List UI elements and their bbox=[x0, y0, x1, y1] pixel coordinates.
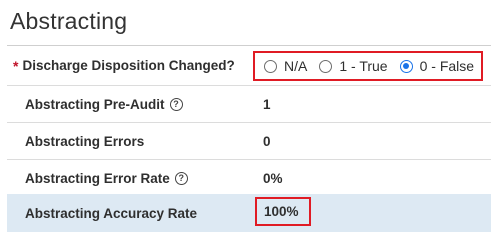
radio-false-label: 0 - False bbox=[419, 58, 475, 74]
pre-audit-value: 1 bbox=[263, 96, 271, 112]
accuracy-rate-label: Abstracting Accuracy Rate bbox=[25, 205, 198, 221]
help-circle-icon[interactable]: ? bbox=[174, 171, 188, 185]
errors-value: 0 bbox=[263, 133, 271, 149]
radio-option-false[interactable]: 0 - False bbox=[399, 58, 475, 74]
radio-false[interactable] bbox=[399, 59, 413, 73]
radio-option-true[interactable]: 1 - True bbox=[319, 58, 388, 74]
error-rate-row: Abstracting Error Rate ? 0% bbox=[7, 160, 491, 197]
help-circle-icon[interactable]: ? bbox=[169, 97, 183, 111]
disposition-label-text: Discharge Disposition Changed? bbox=[22, 58, 235, 73]
error-rate-label: Abstracting Error Rate ? bbox=[25, 160, 188, 196]
errors-label: Abstracting Errors bbox=[25, 133, 145, 149]
disposition-label: * Discharge Disposition Changed? bbox=[13, 46, 235, 85]
section-title: Abstracting bbox=[10, 8, 128, 34]
disposition-row: * Discharge Disposition Changed? N/A 1 -… bbox=[7, 46, 491, 86]
radio-na-label: N/A bbox=[284, 58, 308, 74]
accuracy-rate-value: 100% bbox=[255, 197, 311, 226]
pre-audit-label-text: Abstracting Pre-Audit bbox=[25, 96, 165, 112]
required-marker: * bbox=[13, 57, 19, 74]
pre-audit-label: Abstracting Pre-Audit ? bbox=[25, 86, 183, 122]
pre-audit-row: Abstracting Pre-Audit ? 1 bbox=[7, 86, 491, 123]
radio-option-na[interactable]: N/A bbox=[264, 58, 307, 74]
radio-na[interactable] bbox=[264, 59, 277, 73]
disposition-radio-group: N/A 1 - True 0 - False bbox=[253, 51, 483, 81]
accuracy-rate-row: Abstracting Accuracy Rate 100% bbox=[7, 194, 491, 232]
error-rate-label-text: Abstracting Error Rate bbox=[25, 170, 170, 186]
radio-true-label: 1 - True bbox=[339, 58, 388, 74]
radio-true[interactable] bbox=[319, 59, 333, 73]
errors-row: Abstracting Errors 0 bbox=[7, 123, 491, 160]
error-rate-value: 0% bbox=[263, 170, 283, 186]
